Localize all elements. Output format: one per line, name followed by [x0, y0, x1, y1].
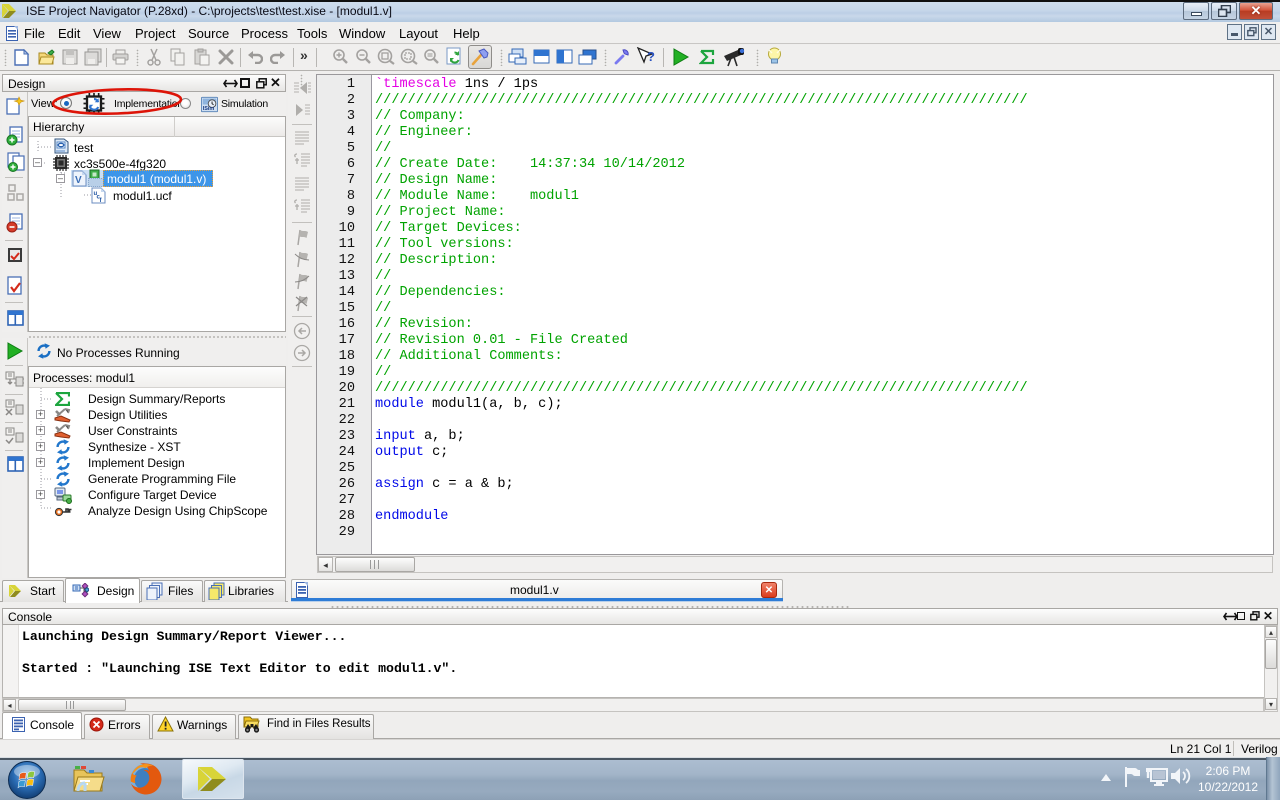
svg-text:?: ? [647, 49, 655, 64]
svg-text:ISim: ISim [203, 106, 215, 112]
svg-text:V: V [75, 175, 82, 186]
